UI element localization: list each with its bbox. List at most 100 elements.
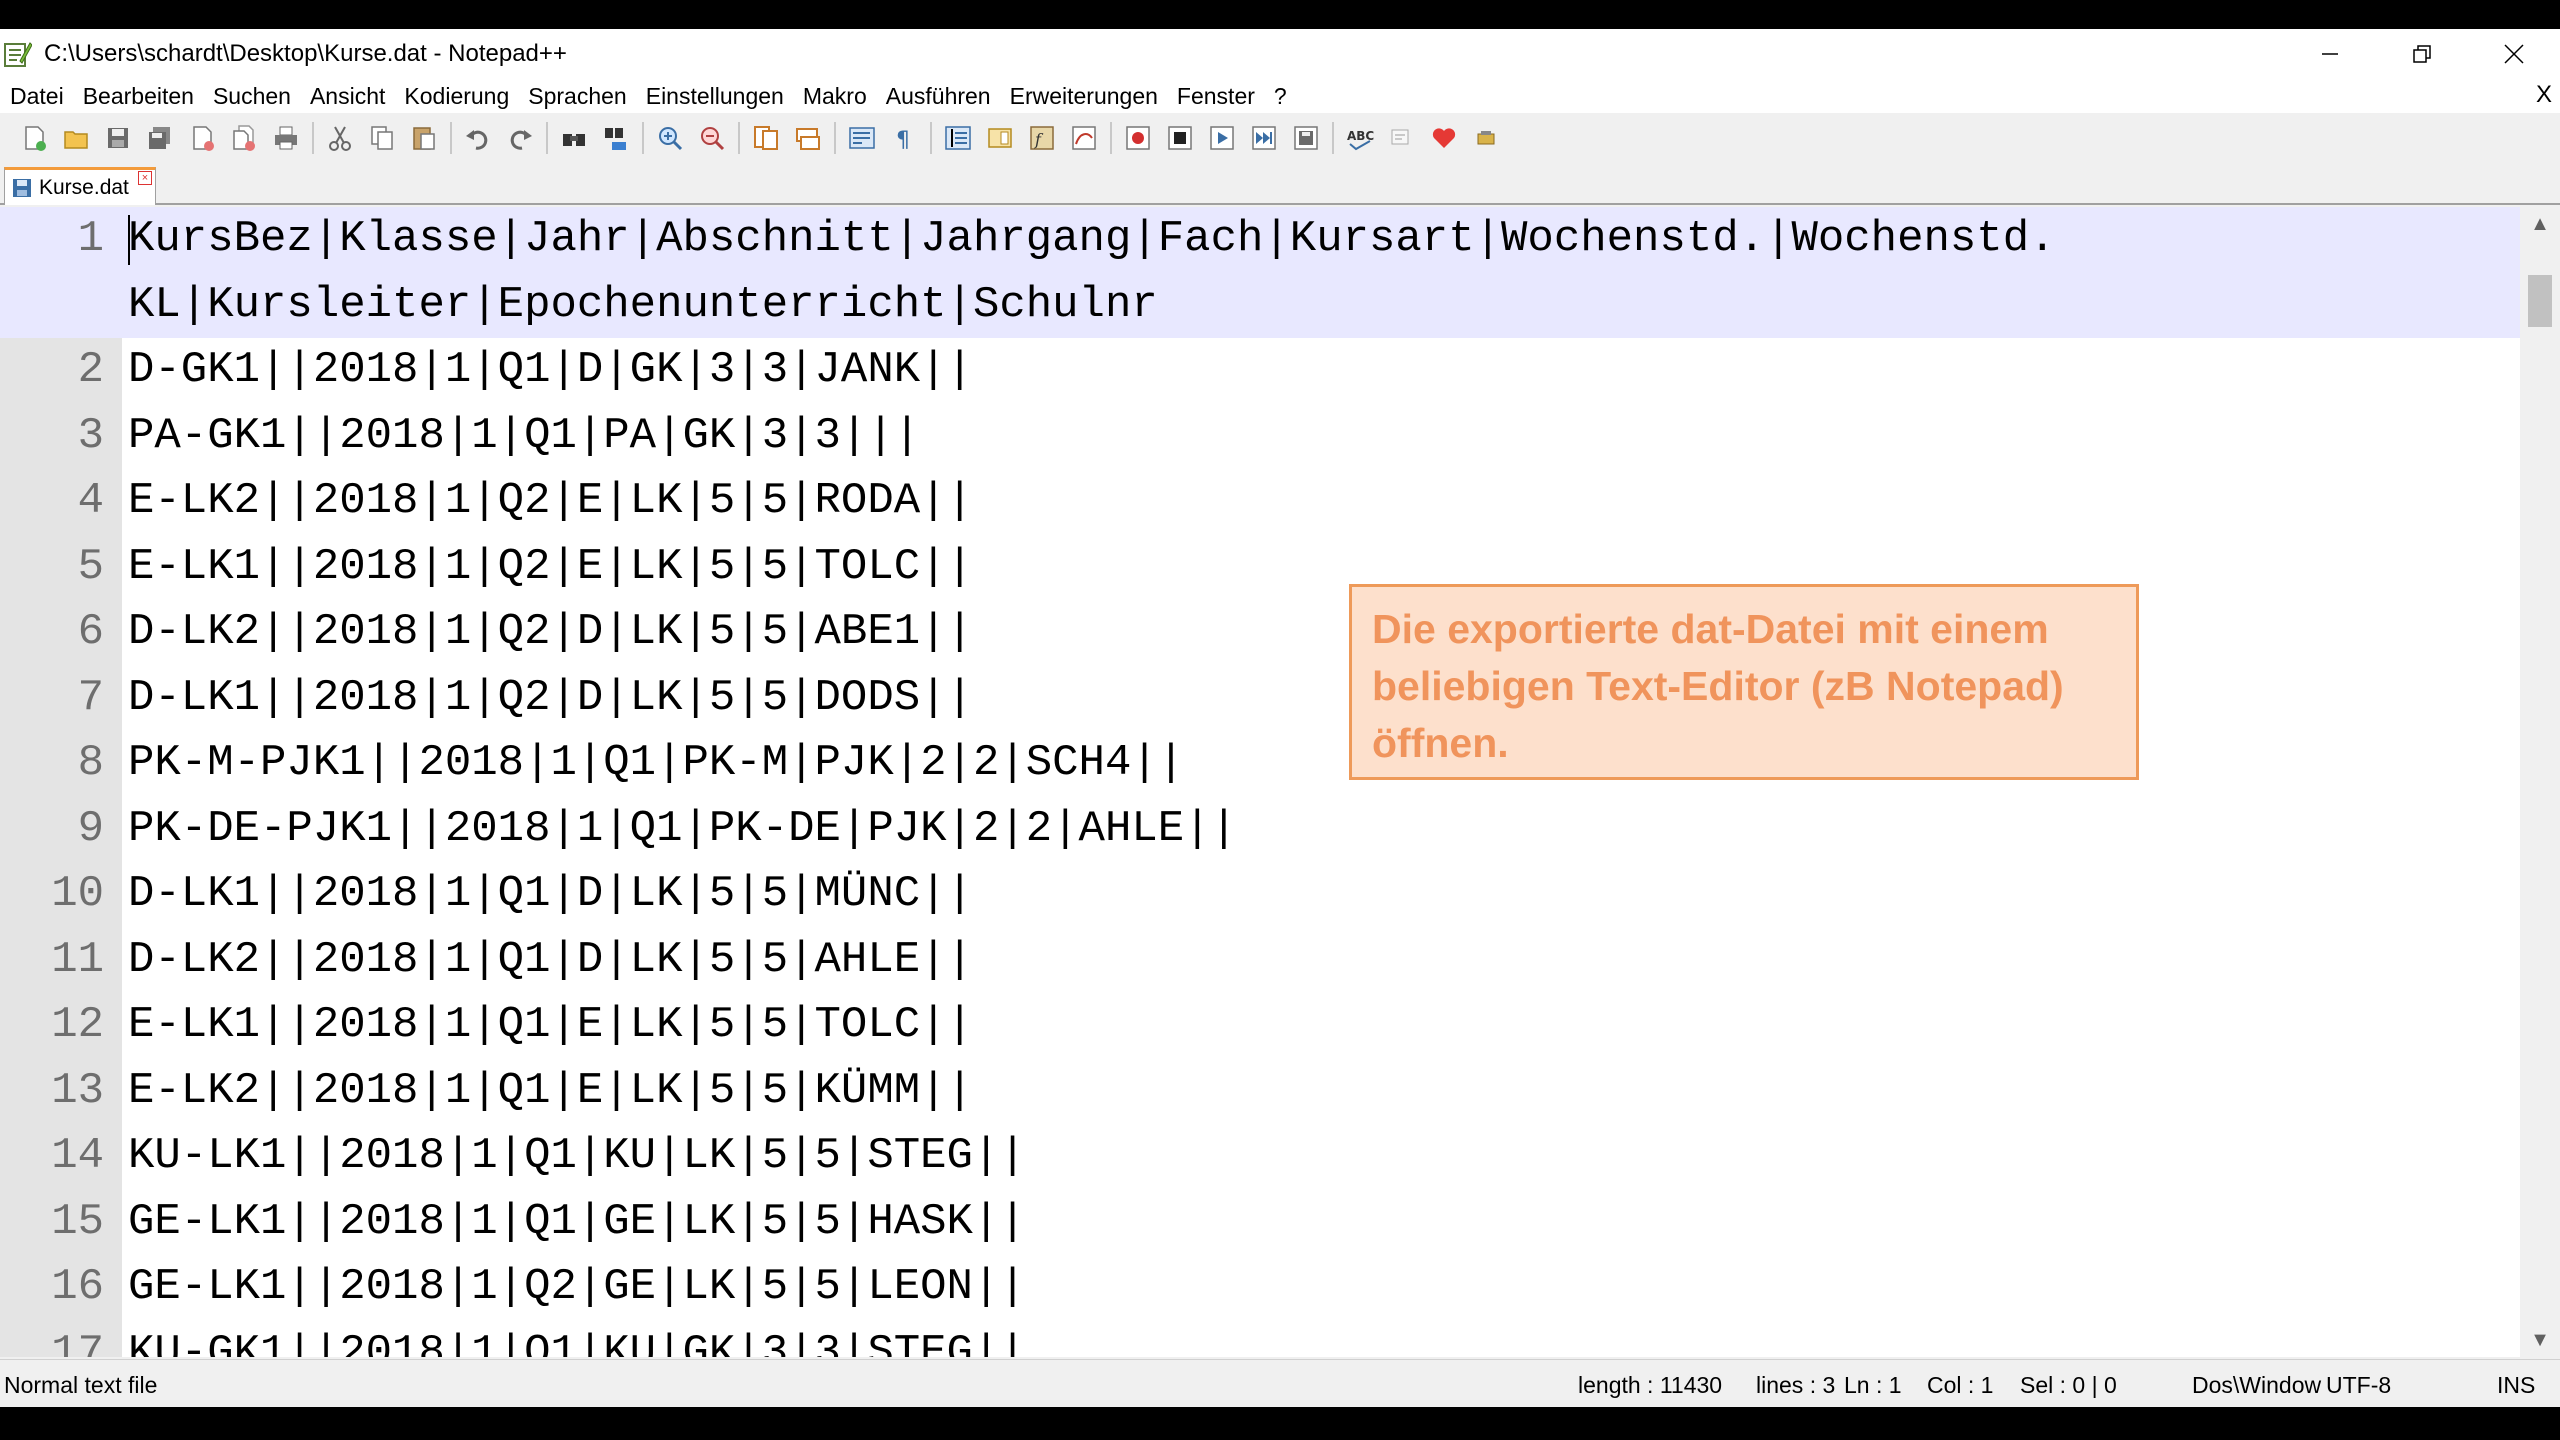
line-number: 2 [77,345,104,395]
line-number: 5 [77,541,104,592]
cut-icon[interactable] [324,122,356,154]
line-text: KU-GK1||2018|1|Q1|KU|GK|3|3|STEG|| [128,1327,1026,1358]
toolbar-separator [930,122,932,154]
menu-erweiterungen[interactable]: Erweiterungen [1010,83,1158,110]
editor-line: 5 E-LK1||2018|1|Q2|E|LK|5|5|TOLC|| [0,535,2520,601]
menu-einstellungen[interactable]: Einstellungen [646,83,784,110]
line-text: PA-GK1||2018|1|Q1|PA|GK|3|3||| [128,410,921,461]
favorite-icon[interactable] [1428,122,1460,154]
editor-line: 12 E-LK1||2018|1|Q1|E|LK|5|5|TOLC|| [0,993,2520,1059]
status-length: length : 11430 [1578,1372,1723,1398]
print-icon[interactable] [270,122,302,154]
menu-kodierung[interactable]: Kodierung [404,83,509,110]
stop-macro-icon[interactable] [1164,122,1196,154]
close-icon[interactable] [2468,29,2560,79]
close-document-button[interactable]: X [2536,81,2552,109]
line-number: 8 [77,738,104,788]
svg-text:¶: ¶ [896,128,910,152]
scroll-down-icon[interactable]: ▼ [2520,1323,2560,1357]
doc-map-icon[interactable] [984,122,1016,154]
close-file-icon[interactable] [186,122,218,154]
toolbar-separator [738,122,740,154]
line-number: 12 [51,1000,104,1050]
line-text: D-GK1||2018|1|Q1|D|GK|3|3|JANK|| [128,345,973,395]
saved-file-icon [13,178,31,197]
save-macro-icon[interactable] [1290,122,1322,154]
editor-line: 6 D-LK2||2018|1|Q2|D|LK|5|5|ABE1|| [0,600,2520,666]
zoom-out-icon[interactable] [696,122,728,154]
copy-icon[interactable] [366,122,398,154]
menu-datei[interactable]: Datei [10,83,64,110]
minimize-icon[interactable] [2284,29,2376,79]
undo-icon[interactable] [462,122,494,154]
line-text: GE-LK1||2018|1|Q1|GE|LK|5|5|HASK|| [128,1196,1026,1247]
editor-line: 11 D-LK2||2018|1|Q1|D|LK|5|5|AHLE|| [0,928,2520,994]
editor-line: 10 D-LK1||2018|1|Q1|D|LK|5|5|MÜNC|| [0,862,2520,928]
line-number: 17 [51,1327,104,1358]
menu-help[interactable]: ? [1274,83,1287,110]
word-wrap-icon[interactable] [846,122,878,154]
line-text: E-LK1||2018|1|Q1|E|LK|5|5|TOLC|| [128,1000,973,1050]
zoom-in-icon[interactable] [654,122,686,154]
tab-kurse-dat[interactable]: Kurse.dat × [4,167,156,205]
menu-ausfuehren[interactable]: Ausführen [886,83,991,110]
status-insert-mode: INS [2497,1372,2536,1398]
play-macro-icon[interactable] [1206,122,1238,154]
function-list-icon[interactable]: f [1026,122,1058,154]
record-macro-icon[interactable] [1122,122,1154,154]
toolbar: ¶ f ABC [0,113,2560,163]
line-text: KL|Kursleiter|Epochenunterricht|Schulnr [128,279,1158,330]
indent-guide-icon[interactable] [942,122,974,154]
new-file-icon[interactable] [18,122,50,154]
scroll-up-icon[interactable]: ▲ [2520,207,2560,241]
save-all-icon[interactable] [144,122,176,154]
spell-options-icon[interactable] [1386,122,1418,154]
tab-close-icon[interactable]: × [138,171,152,185]
sync-vertical-icon[interactable] [750,122,782,154]
line-text: E-LK2||2018|1|Q2|E|LK|5|5|RODA|| [128,476,973,526]
close-all-icon[interactable] [228,122,260,154]
scrollbar-thumb[interactable] [2528,275,2552,327]
tab-bar: Kurse.dat × [0,163,2560,205]
toolbar-separator [1110,122,1112,154]
folder-workspace-icon[interactable] [1068,122,1100,154]
line-number: 11 [51,934,104,985]
menu-bearbeiten[interactable]: Bearbeiten [83,83,194,110]
editor-line: 16 GE-LK1||2018|1|Q2|GE|LK|5|5|LEON|| [0,1255,2520,1321]
line-number: 1 [77,214,104,264]
line-number: 6 [77,607,104,657]
restore-icon[interactable] [2376,29,2468,79]
vertical-scrollbar[interactable]: ▲ ▼ [2520,207,2560,1357]
show-all-chars-icon[interactable]: ¶ [888,122,920,154]
line-text: PK-M-PJK1||2018|1|Q1|PK-M|PJK|2|2|SCH4|| [128,738,1185,788]
paste-icon[interactable] [408,122,440,154]
line-text: PK-DE-PJK1||2018|1|Q1|PK-DE|PJK|2|2|AHLE… [128,803,1237,854]
menu-sprachen[interactable]: Sprachen [528,83,626,110]
plugin-icon[interactable] [1470,122,1502,154]
line-text: KU-LK1||2018|1|Q1|KU|LK|5|5|STEG|| [128,1131,1026,1181]
menu-ansicht[interactable]: Ansicht [310,83,385,110]
status-file-type: Normal text file [4,1372,158,1398]
menu-bar: Datei Bearbeiten Suchen Ansicht Kodierun… [0,79,2560,113]
line-text: D-LK1||2018|1|Q1|D|LK|5|5|MÜNC|| [128,869,973,919]
line-text: GE-LK1||2018|1|Q2|GE|LK|5|5|LEON|| [128,1262,1026,1312]
open-file-icon[interactable] [60,122,92,154]
toolbar-separator [1332,122,1334,154]
line-text: D-LK2||2018|1|Q1|D|LK|5|5|AHLE|| [128,934,973,985]
menu-suchen[interactable]: Suchen [213,83,291,110]
text-editor[interactable]: 1 KursBez|Klasse|Jahr|Abschnitt|Jahrgang… [0,207,2520,1357]
editor-line: KL|Kursleiter|Epochenunterricht|Schulnr [0,272,2520,338]
find-icon[interactable] [558,122,590,154]
sync-horizontal-icon[interactable] [792,122,824,154]
menu-makro[interactable]: Makro [803,83,867,110]
line-text: E-LK1||2018|1|Q2|E|LK|5|5|TOLC|| [128,541,973,592]
line-number: 15 [51,1196,104,1247]
editor-line: 14 KU-LK1||2018|1|Q1|KU|LK|5|5|STEG|| [0,1124,2520,1190]
menu-fenster[interactable]: Fenster [1177,83,1255,110]
redo-icon[interactable] [504,122,536,154]
save-icon[interactable] [102,122,134,154]
replace-icon[interactable] [600,122,632,154]
run-macro-multiple-icon[interactable] [1248,122,1280,154]
annotation-callout: Die exportierte dat-Datei mit einem beli… [1349,584,2139,780]
spell-check-icon[interactable]: ABC [1344,122,1376,154]
